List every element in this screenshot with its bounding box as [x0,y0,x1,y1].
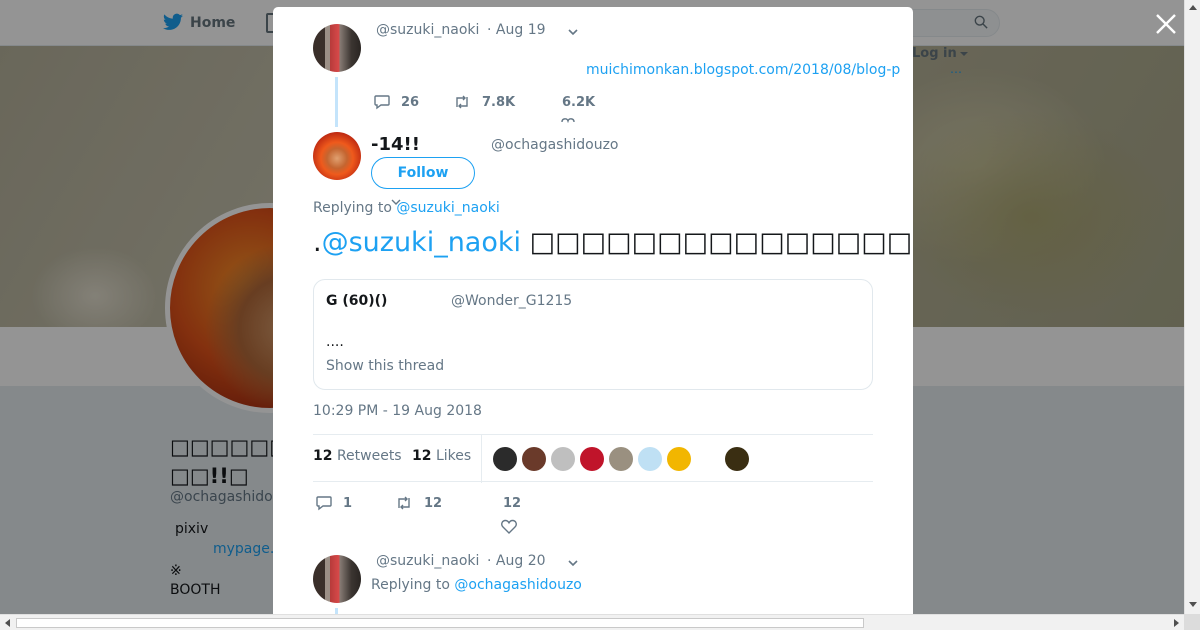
tweet-author-handle[interactable]: @ochagashidouzo [491,137,618,153]
scroll-right-icon[interactable] [1174,619,1179,627]
avatar[interactable] [313,555,361,603]
heart-icon[interactable] [560,117,576,123]
like-count: 6.2K [562,95,596,110]
tweet-mention[interactable]: @suzuki_naoki [322,227,521,258]
heart-icon[interactable] [500,518,518,536]
scroll-left-icon[interactable] [5,619,10,627]
tweet-stats: 12 Retweets 12 Likes [313,434,873,483]
scrollbar-corner [1184,614,1200,630]
tweet-permalink-modal: @suzuki_naoki · Aug 19 muichimonkan.blog… [273,7,913,614]
close-icon[interactable] [1154,12,1178,36]
liker-avatar[interactable] [609,447,633,471]
quoted-author-name: G (60)() [326,293,388,309]
scrollbar-thumb[interactable] [16,618,864,628]
reply-count: 1 [343,496,353,511]
divider [481,435,482,483]
tweet-author-name[interactable]: -14!! [371,134,420,155]
retweet-count: 7.8K [482,95,516,110]
retweet-stat[interactable]: 12 Retweets [313,448,402,464]
vertical-scrollbar[interactable] [1184,0,1200,614]
replying-to-line: Replying to @suzuki_naoki [313,200,500,216]
tweet-date[interactable]: · Aug 20 [487,553,546,569]
tweet-author-handle[interactable]: @suzuki_naoki [376,553,479,569]
reply-count: 26 [401,95,420,110]
avatar[interactable] [313,132,361,180]
liker-avatar[interactable] [638,447,662,471]
avatar[interactable] [313,24,361,72]
reply-icon[interactable] [373,93,391,111]
chevron-down-icon[interactable] [568,27,578,37]
liker-avatar[interactable] [696,447,720,471]
show-thread-link[interactable]: Show this thread [326,358,444,374]
scroll-up-icon[interactable] [1189,5,1197,10]
quoted-text: .... [326,334,344,350]
follow-button[interactable]: Follow [371,157,475,189]
tweet-link[interactable]: muichimonkan.blogspot.com/2018/08/blog-p [586,62,900,78]
chevron-down-icon[interactable] [568,558,578,568]
thread-connector [335,77,338,127]
replying-to-line: Replying to @ochagashidouzo [371,577,582,593]
likers-avatars [493,447,753,471]
replying-to-mention[interactable]: @suzuki_naoki [396,200,499,216]
reply-icon[interactable] [315,494,333,512]
retweet-icon[interactable] [395,494,413,512]
liker-avatar[interactable] [551,447,575,471]
liker-avatar[interactable] [667,447,691,471]
retweet-icon[interactable] [453,93,471,111]
retweet-count: 12 [424,496,443,511]
like-count: 12 [503,496,522,511]
liker-avatar[interactable] [493,447,517,471]
like-stat[interactable]: 12 Likes [412,448,471,464]
tweet-timestamp[interactable]: 10:29 PM - 19 Aug 2018 [313,403,482,419]
tweet-author-handle[interactable]: @suzuki_naoki [376,22,479,38]
horizontal-scrollbar[interactable] [0,614,1184,630]
liker-avatar[interactable] [725,447,749,471]
quoted-author-handle: @Wonder_G1215 [451,293,573,309]
liker-avatar[interactable] [522,447,546,471]
scroll-down-icon[interactable] [1189,602,1197,607]
quoted-tweet[interactable]: G (60)() @Wonder_G1215 .... Show this th… [313,279,873,390]
replying-to-mention[interactable]: @ochagashidouzo [454,577,581,593]
tweet-date[interactable]: · Aug 19 [487,22,546,38]
tweet-text: .@suzuki_naoki □□□□□□□□□□□□□□□□□□□□□□□□□… [313,227,913,258]
liker-avatar[interactable] [580,447,604,471]
